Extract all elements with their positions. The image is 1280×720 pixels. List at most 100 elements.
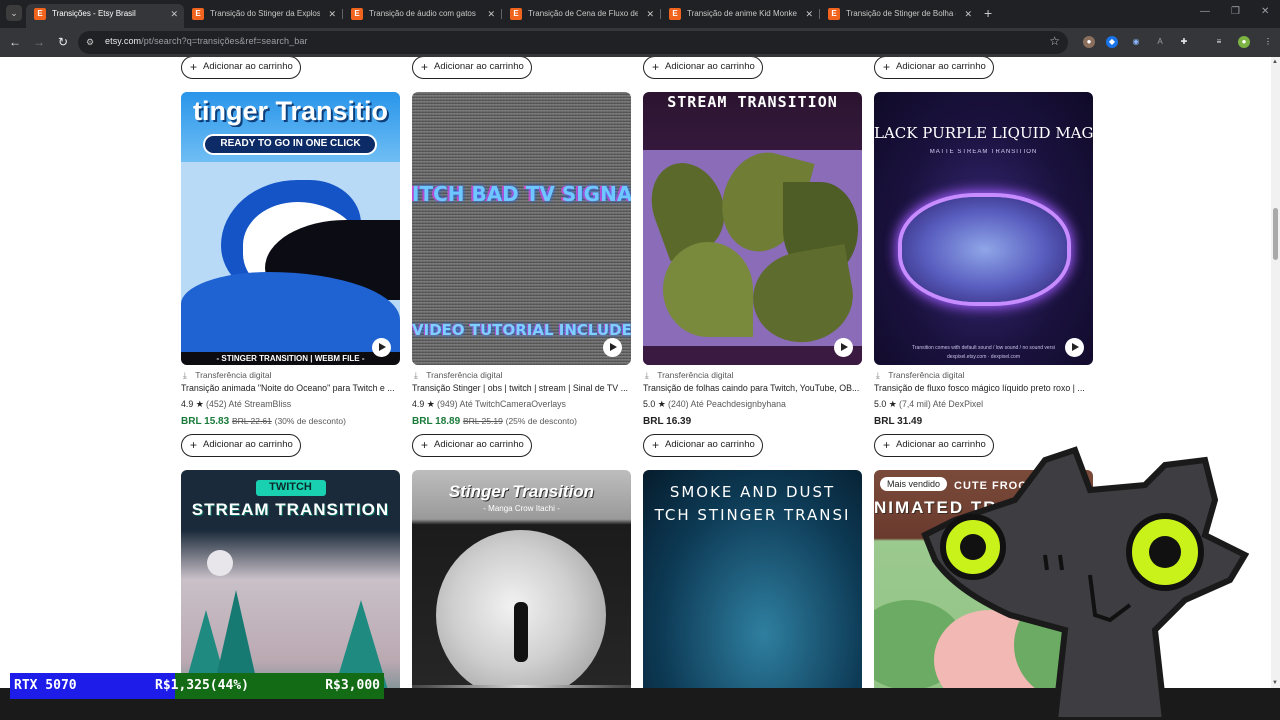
minimize-icon[interactable]: — xyxy=(1200,6,1210,17)
scroll-up-icon[interactable]: ▲ xyxy=(1272,59,1278,65)
product-thumbnail[interactable]: Stinger Transition - Manga Crow Itachi - xyxy=(412,470,631,688)
artwork-subtitle: MATTE STREAM TRANSITION xyxy=(929,149,1038,155)
page-scrollbar[interactable]: ▲ ▼ xyxy=(1271,57,1280,688)
close-icon[interactable]: ✕ xyxy=(646,4,654,24)
donation-goal-bar: RTX 5070 R$1,325(44%) R$3,000 xyxy=(10,673,384,699)
add-to-cart-button[interactable]: + Adicionar ao carrinho xyxy=(412,434,532,457)
url-domain: etsy.com xyxy=(105,36,142,46)
download-icon: ⤓ xyxy=(645,370,649,380)
etsy-favicon-icon: E xyxy=(510,8,522,20)
window-close-icon[interactable]: ✕ xyxy=(1261,6,1269,17)
digital-download-label: ⤓ Transferência digital xyxy=(645,370,733,381)
add-to-cart-button[interactable]: + Adicionar ao carrinho xyxy=(643,434,763,457)
close-icon[interactable]: ✕ xyxy=(805,4,813,24)
extension-translate-icon[interactable]: A xyxy=(1154,36,1166,48)
scrollbar-thumb[interactable] xyxy=(1273,208,1278,260)
star-icon: ★ xyxy=(657,399,666,409)
play-video-icon[interactable] xyxy=(834,338,853,357)
product-card[interactable]: ITCH BAD TV SIGNAL TRANSI VIDEO TUTORIAL… xyxy=(412,92,631,457)
product-price: BRL 18.89 BRL 25.19 (25% de desconto) xyxy=(412,416,577,427)
add-to-cart-button[interactable]: + Adicionar ao carrinho xyxy=(181,57,301,79)
play-video-icon[interactable] xyxy=(603,338,622,357)
browser-toolbar: ← → ↻ ⚙ etsy.com/pt/search?q=transições&… xyxy=(0,28,1280,57)
bookmark-star-icon[interactable]: ☆ xyxy=(1049,34,1060,48)
add-to-cart-button[interactable]: + Adicionar ao carrinho xyxy=(643,57,763,79)
product-thumbnail[interactable]: ITCH BAD TV SIGNAL TRANSI VIDEO TUTORIAL… xyxy=(412,92,631,365)
product-rating: 5.0 ★ (7,4 mil) Até DexPixel xyxy=(874,399,983,410)
close-icon[interactable]: ✕ xyxy=(328,4,336,24)
tab-stinger-bolha[interactable]: E Transição de Stinger de Bolha d ✕ xyxy=(820,4,978,28)
add-to-cart-button[interactable]: + Adicionar ao carrinho xyxy=(874,57,994,79)
extension-audio-icon[interactable]: ◉ xyxy=(1130,36,1142,48)
download-icon: ⤓ xyxy=(414,370,418,380)
review-count: (949) xyxy=(437,399,458,409)
product-thumbnail[interactable]: LACK PURPLE LIQUID MAGI MATTE STREAM TRA… xyxy=(874,92,1093,365)
product-rating: 4.9 ★ (452) Até StreamBliss xyxy=(181,399,291,410)
artwork-title: LACK PURPLE LIQUID MAGI xyxy=(874,124,1093,142)
url-text[interactable]: etsy.com/pt/search?q=transições&ref=sear… xyxy=(105,36,308,46)
discount-text: (30% de desconto) xyxy=(274,416,346,426)
product-card[interactable]: SMOKE AND DUST TCH STINGER TRANSI xyxy=(643,470,862,688)
rating-value: 4.9 xyxy=(181,399,194,409)
forward-arrow-icon[interactable]: → xyxy=(31,34,47,50)
tab-cena-fluxo[interactable]: E Transição de Cena de Fluxo de ✕ xyxy=(502,4,660,28)
goal-item-name: RTX 5070 xyxy=(14,678,77,693)
new-tab-button[interactable]: + xyxy=(984,5,992,21)
url-path: /pt/search?q=transições&ref=search_bar xyxy=(141,36,308,46)
product-card[interactable]: tinger Transitio READY TO GO IN ONE CLIC… xyxy=(181,92,400,457)
browser-menu-icon[interactable]: ⋮ xyxy=(1262,36,1274,48)
scroll-down-icon[interactable]: ▼ xyxy=(1272,680,1278,686)
reload-icon[interactable]: ↻ xyxy=(55,34,71,50)
product-title[interactable]: Transição animada "Noite do Oceano" para… xyxy=(181,383,400,393)
product-thumbnail[interactable]: STREAM TRANSITION xyxy=(643,92,862,365)
price: BRL 16.39 xyxy=(643,416,692,427)
product-card[interactable]: Stinger Transition - Manga Crow Itachi - xyxy=(412,470,631,688)
play-video-icon[interactable] xyxy=(372,338,391,357)
address-bar[interactable]: ⚙ etsy.com/pt/search?q=transições&ref=se… xyxy=(78,31,1068,54)
extension-avatar-icon[interactable]: ● xyxy=(1083,36,1095,48)
close-icon[interactable]: ✕ xyxy=(170,4,178,24)
product-thumbnail[interactable]: TWITCH STREAM TRANSITION xyxy=(181,470,400,688)
product-title[interactable]: Transição Stinger | obs | twitch | strea… xyxy=(412,383,631,393)
cart-label: Adicionar ao carrinho xyxy=(665,61,755,72)
shop-name[interactable]: Até StreamBliss xyxy=(229,399,292,409)
tab-kid-monkey[interactable]: E Transição de anime Kid Monke ✕ xyxy=(661,4,819,28)
review-count: (7,4 mil) xyxy=(899,399,931,409)
product-card[interactable]: TWITCH STREAM TRANSITION xyxy=(181,470,400,688)
site-info-icon[interactable]: ⚙ xyxy=(86,36,98,48)
tab-search-chevron-icon[interactable]: ⌄ xyxy=(6,5,22,21)
close-icon[interactable]: ✕ xyxy=(964,4,972,24)
product-thumbnail[interactable]: SMOKE AND DUST TCH STINGER TRANSI xyxy=(643,470,862,688)
maximize-icon[interactable]: ❐ xyxy=(1231,6,1240,17)
profile-avatar-icon[interactable]: ● xyxy=(1238,36,1250,48)
star-icon: ★ xyxy=(888,399,897,409)
play-video-icon[interactable] xyxy=(1065,338,1084,357)
extensions-puzzle-icon[interactable]: ✚ xyxy=(1178,36,1190,48)
rating-value: 5.0 xyxy=(874,399,887,409)
tab-etsy-transicoes[interactable]: E Transições - Etsy Brasil ✕ xyxy=(26,4,184,28)
close-icon[interactable]: ✕ xyxy=(487,4,495,24)
back-arrow-icon[interactable]: ← xyxy=(7,34,23,50)
artwork-subtitle: - Manga Crow Itachi - xyxy=(483,504,560,513)
product-price: BRL 15.83 BRL 22.61 (30% de desconto) xyxy=(181,416,346,427)
add-to-cart-button[interactable]: + Adicionar ao carrinho xyxy=(412,57,532,79)
plus-icon: + xyxy=(421,60,429,74)
product-price: BRL 31.49 xyxy=(874,416,922,427)
shop-name[interactable]: Até DexPixel xyxy=(933,399,983,409)
product-thumbnail[interactable]: tinger Transitio READY TO GO IN ONE CLIC… xyxy=(181,92,400,365)
tab-audio-gatos[interactable]: E Transição de áudio com gatos ✕ xyxy=(343,4,501,28)
download-icon: ⤓ xyxy=(876,370,880,380)
add-to-cart-button[interactable]: + Adicionar ao carrinho xyxy=(181,434,301,457)
product-card[interactable]: LACK PURPLE LIQUID MAGI MATTE STREAM TRA… xyxy=(874,92,1093,457)
shop-name[interactable]: Até Peachdesignbyhana xyxy=(691,399,786,409)
shop-name[interactable]: Até TwitchCameraOverlays xyxy=(460,399,566,409)
cart-label: Adicionar ao carrinho xyxy=(203,61,293,72)
plus-icon: + xyxy=(883,60,891,74)
tab-stinger-explosao[interactable]: E Transição do Stinger da Explosã ✕ xyxy=(184,4,342,28)
extension-shield-icon[interactable]: ◆ xyxy=(1106,36,1118,48)
product-title[interactable]: Transição de fluxo fosco mágico líquido … xyxy=(874,383,1093,393)
digital-label-text: Transferência digital xyxy=(195,370,272,380)
reading-list-icon[interactable]: ≡ xyxy=(1213,36,1225,48)
product-card[interactable]: STREAM TRANSITION ⤓ Transferência digita… xyxy=(643,92,862,457)
product-title[interactable]: Transição de folhas caindo para Twitch, … xyxy=(643,383,862,393)
